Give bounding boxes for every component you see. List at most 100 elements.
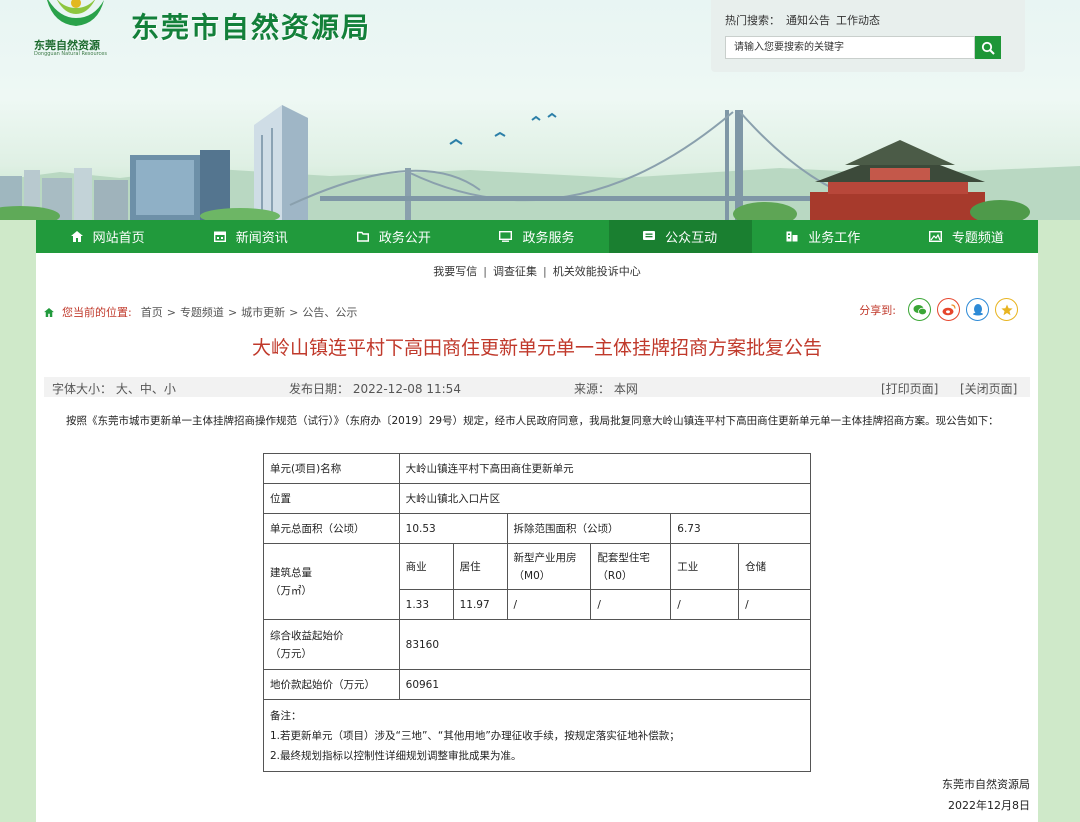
breadcrumb-announcement[interactable]: 公告、公示	[302, 304, 357, 320]
table-cell: 单元(项目)名称	[263, 453, 400, 484]
nav-item-label: 政务服务	[522, 231, 575, 246]
hot-search-label: 热门搜索：	[725, 14, 780, 27]
table-cell: 配套型住宅（R0）	[590, 543, 672, 590]
breadcrumb-label: 您当前的位置:	[62, 306, 132, 319]
table-cell: 工业	[670, 543, 740, 590]
search-input[interactable]	[725, 36, 975, 59]
nav-item-label: 业务工作	[808, 231, 861, 246]
hot-keyword-notice[interactable]: 通知公告	[786, 14, 830, 27]
link-complaint-center[interactable]: 机关效能投诉中心	[553, 265, 641, 278]
table-row: 建筑总量 （万㎡） 商业 居住 新型产业用房（M0） 配套型住宅（R0） 工业 …	[263, 543, 811, 620]
note-item: 2.最终规划指标以控制性详细规划调整审批成果为准。	[270, 749, 522, 762]
sign-organization: 东莞市自然资源局	[942, 778, 1030, 791]
image-icon	[928, 231, 942, 242]
table-cell: 单元总面积（公顷）	[263, 513, 400, 544]
search-panel: 热门搜索： 通知公告 工作动态	[711, 0, 1025, 72]
table-cell: 综合收益起始价 （万元）	[263, 619, 400, 670]
plan-table: 单元(项目)名称 大岭山镇连平村下高田商住更新单元 位置 大岭山镇北入口片区 单…	[263, 453, 812, 772]
table-cell: 建筑总量 （万㎡）	[263, 543, 400, 620]
table-cell: 10.53	[398, 513, 508, 544]
breadcrumb-urban-renewal[interactable]: 城市更新	[241, 304, 285, 320]
table-row: 备注： 1.若更新单元（项目）涉及“三地”、“其他用地”办理征收手续，按规定落实…	[263, 699, 811, 772]
site-title: 东莞市自然资源局	[131, 11, 372, 44]
header-banner: 东莞自然资源 Dongguan Natural Resources 东莞市自然资…	[0, 0, 1080, 220]
article-meta: 字体大小： 大、中、小 发布日期： 2022-12-08 11:54 来源： 本…	[44, 377, 1030, 397]
note-item: 1.若更新单元（项目）涉及“三地”、“其他用地”办理征收手续，按规定落实征地补偿…	[270, 729, 680, 742]
table-cell: 商业	[398, 543, 454, 590]
share-label: 分享到:	[859, 303, 896, 317]
table-cell: 11.97	[452, 589, 508, 620]
logo-leaf-icon	[47, 0, 104, 26]
table-cell: 位置	[263, 483, 400, 514]
table-cell: /	[670, 589, 740, 620]
hot-search: 热门搜索： 通知公告 工作动态	[725, 12, 880, 28]
folder-icon	[356, 231, 369, 242]
breadcrumb: 您当前的位置: 首页 > 专题频道 > 城市更新 > 公告、公示	[44, 304, 357, 320]
logo-subtitle: Dongguan Natural Resources	[34, 51, 107, 57]
wechat-icon	[913, 304, 927, 315]
chat-icon	[643, 231, 656, 240]
share-wechat-button[interactable]	[908, 298, 931, 321]
nav-item-label: 新闻资讯	[235, 231, 288, 246]
nav-item-interaction[interactable]: 公众互动	[608, 220, 752, 253]
weibo-icon	[942, 303, 956, 315]
nav-item-gov-affairs[interactable]: 政务公开	[322, 220, 465, 253]
main-nav: 网站首页 新闻资讯 政务公开 政务服务 公众互动 业务工作 专题频道	[36, 220, 1038, 253]
table-cell: /	[506, 589, 592, 620]
hot-keyword-work[interactable]: 工作动态	[836, 14, 880, 27]
search-button[interactable]	[975, 36, 1001, 59]
breadcrumb-topics[interactable]: 专题频道	[180, 304, 224, 320]
publish-date: 发布日期： 2022-12-08 11:54	[289, 382, 461, 396]
content-area: 我要写信 | 调查征集 | 机关效能投诉中心 您当前的位置: 首页 > 专题频道 > 城市更…	[36, 253, 1038, 822]
table-cell: /	[590, 589, 672, 620]
share-weibo-button[interactable]	[937, 298, 960, 321]
table-row: 位置 大岭山镇北入口片区	[263, 483, 812, 514]
share-qzone-button[interactable]	[995, 298, 1018, 321]
monitor-icon	[499, 231, 513, 242]
home-icon	[70, 231, 83, 242]
table-row: 综合收益起始价 （万元） 83160	[263, 619, 812, 670]
income-unit: （万元）	[270, 647, 312, 660]
qq-icon	[972, 304, 983, 316]
building-label: 建筑总量	[270, 566, 312, 579]
notes-cell: 备注： 1.若更新单元（项目）涉及“三地”、“其他用地”办理征收手续，按规定落实…	[263, 699, 811, 772]
home-icon	[44, 307, 54, 317]
nav-item-business[interactable]: 业务工作	[752, 220, 895, 253]
nav-item-topics[interactable]: 专题频道	[895, 220, 1038, 253]
calendar-icon	[213, 231, 226, 242]
nav-item-gov-service[interactable]: 政务服务	[465, 220, 608, 253]
link-survey[interactable]: 调查征集	[493, 265, 537, 278]
table-row: 地价款起始价（万元） 60961	[263, 669, 812, 700]
article-body: 按照《东莞市城市更新单一主体挂牌招商操作规范（试行）》（东府办〔2019〕29号…	[66, 415, 999, 427]
share-qq-button[interactable]	[966, 298, 989, 321]
table-cell: 1.33	[398, 589, 454, 620]
building-icon	[786, 231, 798, 242]
font-size-switch[interactable]: 字体大小： 大、中、小	[52, 380, 176, 397]
table-cell: 新型产业用房（M0）	[506, 543, 592, 590]
table-cell: 大岭山镇连平村下高田商住更新单元	[398, 453, 812, 484]
nav-item-label: 公众互动	[665, 231, 718, 246]
nav-item-label: 网站首页	[92, 231, 145, 246]
nav-item-news[interactable]: 新闻资讯	[179, 220, 322, 253]
nav-item-home[interactable]: 网站首页	[36, 220, 179, 253]
print-page-button[interactable]: [打印页面]	[881, 380, 938, 397]
table-cell: 仓储	[738, 543, 811, 590]
table-cell: 大岭山镇北入口片区	[398, 483, 812, 514]
sub-links: 我要写信 | 调查征集 | 机关效能投诉中心	[433, 265, 641, 278]
close-page-button[interactable]: [关闭页面]	[960, 380, 1017, 397]
table-cell: 60961	[398, 669, 812, 700]
table-cell: 6.73	[670, 513, 811, 544]
sign-date: 2022年12月8日	[948, 799, 1030, 812]
notes-title: 备注：	[270, 709, 302, 722]
building-unit: （万㎡）	[270, 584, 312, 597]
star-icon	[1000, 304, 1013, 315]
site-logo[interactable]: 东莞自然资源 Dongguan Natural Resources	[34, 0, 114, 58]
link-write-letter[interactable]: 我要写信	[433, 265, 477, 278]
breadcrumb-home[interactable]: 首页	[141, 304, 163, 320]
table-row: 单元总面积（公顷） 10.53 拆除范围面积（公顷） 6.73	[263, 513, 811, 544]
table-cell: 83160	[398, 619, 812, 670]
search-icon	[981, 41, 995, 55]
article-source: 来源： 本网	[574, 382, 638, 396]
table-cell: 拆除范围面积（公顷）	[506, 513, 672, 544]
income-label: 综合收益起始价	[270, 629, 344, 642]
